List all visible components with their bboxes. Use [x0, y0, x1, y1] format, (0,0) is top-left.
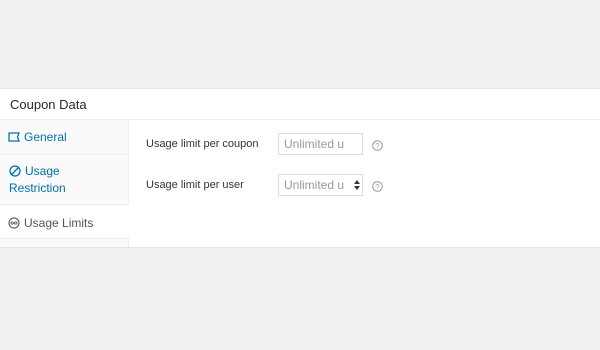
tab-usage-restriction-label-line2: Restriction — [9, 181, 66, 195]
infinity-icon — [8, 217, 20, 233]
panel-body: General Usage Restriction Usage Limits U… — [0, 120, 600, 247]
svg-text:?: ? — [375, 182, 379, 191]
panel-title: Coupon Data — [0, 89, 600, 120]
svg-text:?: ? — [375, 141, 379, 150]
usage-limit-per-user-input[interactable]: Unlimited u — [278, 174, 363, 196]
tab-usage-limits[interactable]: Usage Limits — [0, 205, 129, 239]
usage-limit-per-coupon-input[interactable]: Unlimited u — [278, 133, 363, 155]
ticket-icon — [8, 131, 20, 147]
usage-limit-per-coupon-label: Usage limit per coupon — [146, 138, 259, 150]
question-circle-icon[interactable]: ? — [372, 179, 383, 192]
question-circle-icon[interactable]: ? — [372, 138, 383, 151]
tab-general[interactable]: General — [0, 120, 128, 155]
tab-general-label: General — [24, 130, 67, 144]
usage-limit-per-user-label: Usage limit per user — [146, 179, 244, 191]
tab-list-filler — [0, 239, 128, 247]
tab-usage-limits-label: Usage Limits — [24, 216, 94, 230]
no-entry-icon — [9, 165, 21, 181]
coupon-data-panel: Coupon Data General Usage Restriction Us… — [0, 88, 600, 248]
tab-usage-restriction[interactable]: Usage Restriction — [0, 155, 128, 205]
usage-limit-per-user-placeholder: Unlimited u — [284, 178, 345, 192]
tab-list: General Usage Restriction Usage Limits — [0, 120, 129, 247]
tab-usage-restriction-label-line1: Usage — [25, 164, 60, 178]
number-spinner-icon[interactable] — [354, 179, 360, 191]
